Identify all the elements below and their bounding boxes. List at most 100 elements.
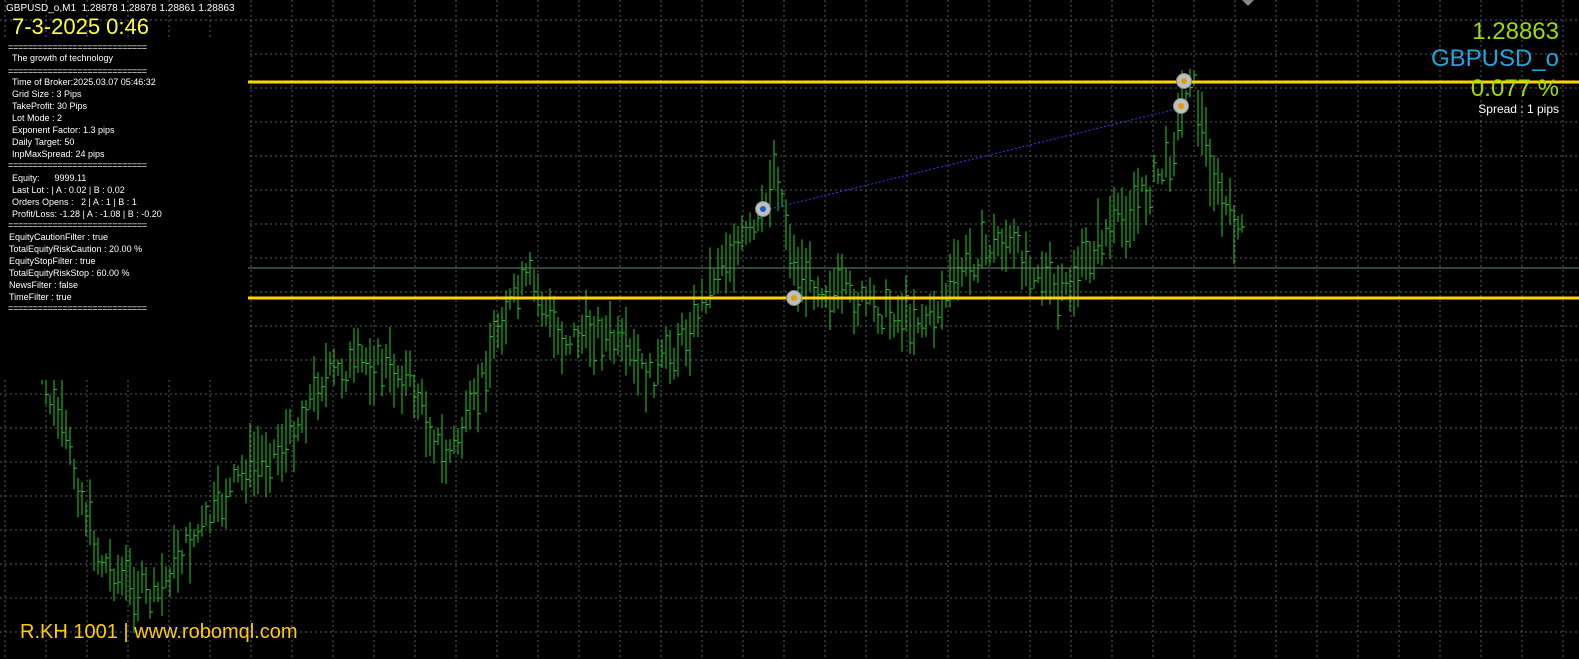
price-bar xyxy=(93,530,97,571)
price-bar xyxy=(1009,225,1013,254)
price-bar xyxy=(229,477,233,497)
price-bar xyxy=(877,306,881,334)
price-bar xyxy=(405,350,409,396)
price-bar xyxy=(921,303,925,338)
price-bar xyxy=(973,264,977,281)
daily-target: Daily Target: 50 xyxy=(12,137,75,147)
price-bar xyxy=(381,349,385,397)
price-bar xyxy=(1217,157,1221,205)
price-bar xyxy=(645,361,649,413)
price-bar xyxy=(1101,229,1105,266)
price-bar xyxy=(277,424,281,476)
price-bar xyxy=(217,465,221,523)
price-bar xyxy=(625,306,629,376)
price-bar xyxy=(73,458,77,490)
orders-opens: Orders Opens : 2 | A : 1 | B : 1 xyxy=(12,197,137,207)
take-profit-marker[interactable] xyxy=(1176,73,1192,89)
price-bar xyxy=(1117,192,1121,223)
price-bar xyxy=(205,501,209,526)
price-bar xyxy=(1005,219,1009,272)
price-bar xyxy=(153,567,157,602)
price-bar xyxy=(637,334,641,396)
price-bar xyxy=(293,421,297,473)
price-bar xyxy=(993,213,997,263)
info-panel: ============================ The growth … xyxy=(0,40,247,380)
price-bar xyxy=(677,323,681,377)
price-bar xyxy=(649,353,653,379)
price-bar xyxy=(1237,215,1241,240)
price-bar xyxy=(961,257,965,287)
price-bar xyxy=(633,328,637,384)
price-bar xyxy=(785,199,789,251)
price-bar xyxy=(105,553,109,574)
price-bar xyxy=(461,416,465,459)
quote-symbol: GBPUSD_o xyxy=(1430,45,1559,72)
price-bar xyxy=(1093,241,1097,280)
price-bar xyxy=(809,241,813,292)
price-bar xyxy=(573,322,577,338)
price-bar xyxy=(1125,196,1129,258)
price-bar xyxy=(893,313,897,338)
price-bar xyxy=(641,353,645,369)
time-filter: TimeFilter : true xyxy=(9,292,72,302)
price-bar xyxy=(173,524,177,579)
price-bar xyxy=(393,353,397,408)
quote-price: 1.28863 xyxy=(1472,18,1559,45)
price-bar xyxy=(433,429,437,464)
price-bar xyxy=(373,345,377,405)
price-bar xyxy=(97,537,101,575)
price-bar xyxy=(161,553,165,617)
price-bar xyxy=(1021,250,1025,290)
price-bar xyxy=(1081,228,1085,278)
price-bar xyxy=(1129,190,1133,248)
price-bar xyxy=(209,513,213,534)
price-bar xyxy=(441,414,445,483)
price-bar xyxy=(409,350,413,387)
price-bar xyxy=(369,338,373,406)
price-bar xyxy=(89,479,93,546)
sell-order-marker[interactable] xyxy=(786,290,802,306)
price-bar xyxy=(353,327,357,383)
chart-shift-icon[interactable] xyxy=(1242,0,1254,6)
price-bar xyxy=(1025,231,1029,287)
lot-mode: Lot Mode : 2 xyxy=(12,113,63,123)
price-bar xyxy=(1045,252,1049,297)
price-bar xyxy=(281,423,285,482)
profit-loss: Profit/Loss: -1.28 | A : -1.08 | B : -0.… xyxy=(12,209,162,219)
price-bar xyxy=(1201,91,1205,156)
price-bar xyxy=(965,234,969,277)
price-bar xyxy=(261,434,265,478)
inp-max-spread: InpMaxSpread: 24 pips xyxy=(12,149,105,159)
price-bar xyxy=(969,228,973,296)
price-bar xyxy=(157,582,161,603)
price-bar xyxy=(1173,131,1177,177)
buy-order-marker[interactable] xyxy=(755,201,771,217)
price-bar xyxy=(237,465,241,483)
price-bar xyxy=(753,219,757,241)
price-bar xyxy=(789,224,793,279)
grid-size: Grid Size : 3 Pips xyxy=(12,89,82,99)
price-bar xyxy=(1001,228,1005,271)
price-bar xyxy=(361,344,365,373)
price-bar xyxy=(745,220,749,245)
equity: Equity: 9999.11 xyxy=(12,173,87,183)
price-bar xyxy=(129,547,133,606)
price-bar xyxy=(193,529,197,548)
order-close-marker[interactable] xyxy=(1173,98,1189,114)
price-bar xyxy=(49,395,53,415)
price-bar xyxy=(601,317,605,371)
price-bar xyxy=(1241,214,1245,233)
price-bar xyxy=(689,311,693,377)
price-bar xyxy=(1197,89,1201,147)
price-bar xyxy=(917,317,921,334)
price-bar xyxy=(749,212,753,243)
price-bar xyxy=(145,567,149,604)
price-bar xyxy=(273,439,277,459)
price-bar xyxy=(101,554,105,578)
price-bar xyxy=(581,314,585,355)
price-bar xyxy=(445,439,449,485)
price-bar xyxy=(125,544,129,601)
price-bar xyxy=(1033,267,1037,289)
price-bar xyxy=(693,284,697,337)
price-bar xyxy=(181,549,185,575)
